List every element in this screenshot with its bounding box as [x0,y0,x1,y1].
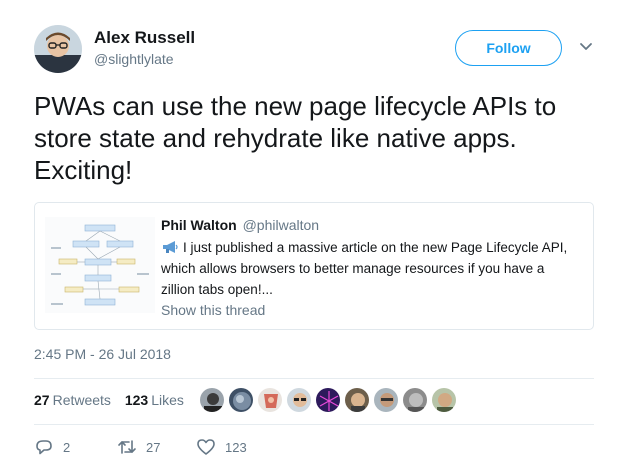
retweets-count: 27 [34,392,50,408]
author-name[interactable]: Alex Russell [94,28,195,48]
reply-button[interactable]: 2 [34,438,70,456]
likes-stat[interactable]: 123 Likes [125,392,184,408]
likes-label: Likes [151,392,184,408]
liker-avatar[interactable] [257,387,283,413]
liker-avatar[interactable] [199,387,225,413]
retweet-button[interactable]: 27 [117,438,160,456]
quoted-author-name: Phil Walton [161,217,237,233]
retweets-stat[interactable]: 27 Retweets [34,392,111,408]
quoted-tweet-text: I just published a massive article on th… [161,237,581,300]
liker-avatar[interactable] [286,387,312,413]
chevron-down-icon[interactable] [577,40,595,54]
like-button[interactable]: 123 [196,438,247,456]
show-thread-link[interactable]: Show this thread [161,302,265,318]
retweets-label: Retweets [52,392,111,408]
liker-avatar[interactable] [228,387,254,413]
liker-avatar[interactable] [402,387,428,413]
tweet-text-line: store state and rehydrate like native ap… [34,123,517,153]
quoted-tweet-thumbnail [45,217,155,313]
quoted-text-line: zillion tabs open!... [161,282,273,297]
liker-avatar[interactable] [315,387,341,413]
tweet-stats: 27 Retweets 123 Likes [34,392,194,408]
liker-avatar[interactable] [431,387,457,413]
liker-avatar[interactable] [373,387,399,413]
divider [34,424,594,425]
quoted-author-handle: @philwalton [242,217,320,233]
megaphone-icon [161,239,179,253]
tweet-timestamp[interactable]: 2:45 PM - 26 Jul 2018 [34,346,171,362]
likes-count: 123 [124,392,149,408]
tweet-text-line: Exciting! [34,155,133,185]
retweet-count: 27 [146,439,161,455]
reply-icon [36,440,52,455]
like-count: 123 [225,439,247,455]
author-handle[interactable]: @slightlylate [94,51,174,67]
retweet-icon [118,440,136,454]
quoted-text-line: which allows browsers to better manage r… [161,261,545,276]
heart-icon [197,439,215,455]
follow-button[interactable]: Follow [455,30,562,66]
liker-avatar[interactable] [344,387,370,413]
quoted-author[interactable]: Phil Walton @philwalton [161,217,319,233]
author-avatar[interactable] [34,25,82,73]
quoted-text-line: I just published a massive article on th… [161,237,581,258]
quoted-text-line-content: I just published a massive article on th… [183,240,568,255]
divider [34,378,594,379]
quoted-tweet-card[interactable]: Phil Walton @philwalton I just published… [34,202,594,330]
tweet-text-line: PWAs can use the new page lifecycle APIs… [34,91,557,121]
reply-count: 2 [63,439,71,455]
tweet-text: PWAs can use the new page lifecycle APIs… [34,90,594,186]
